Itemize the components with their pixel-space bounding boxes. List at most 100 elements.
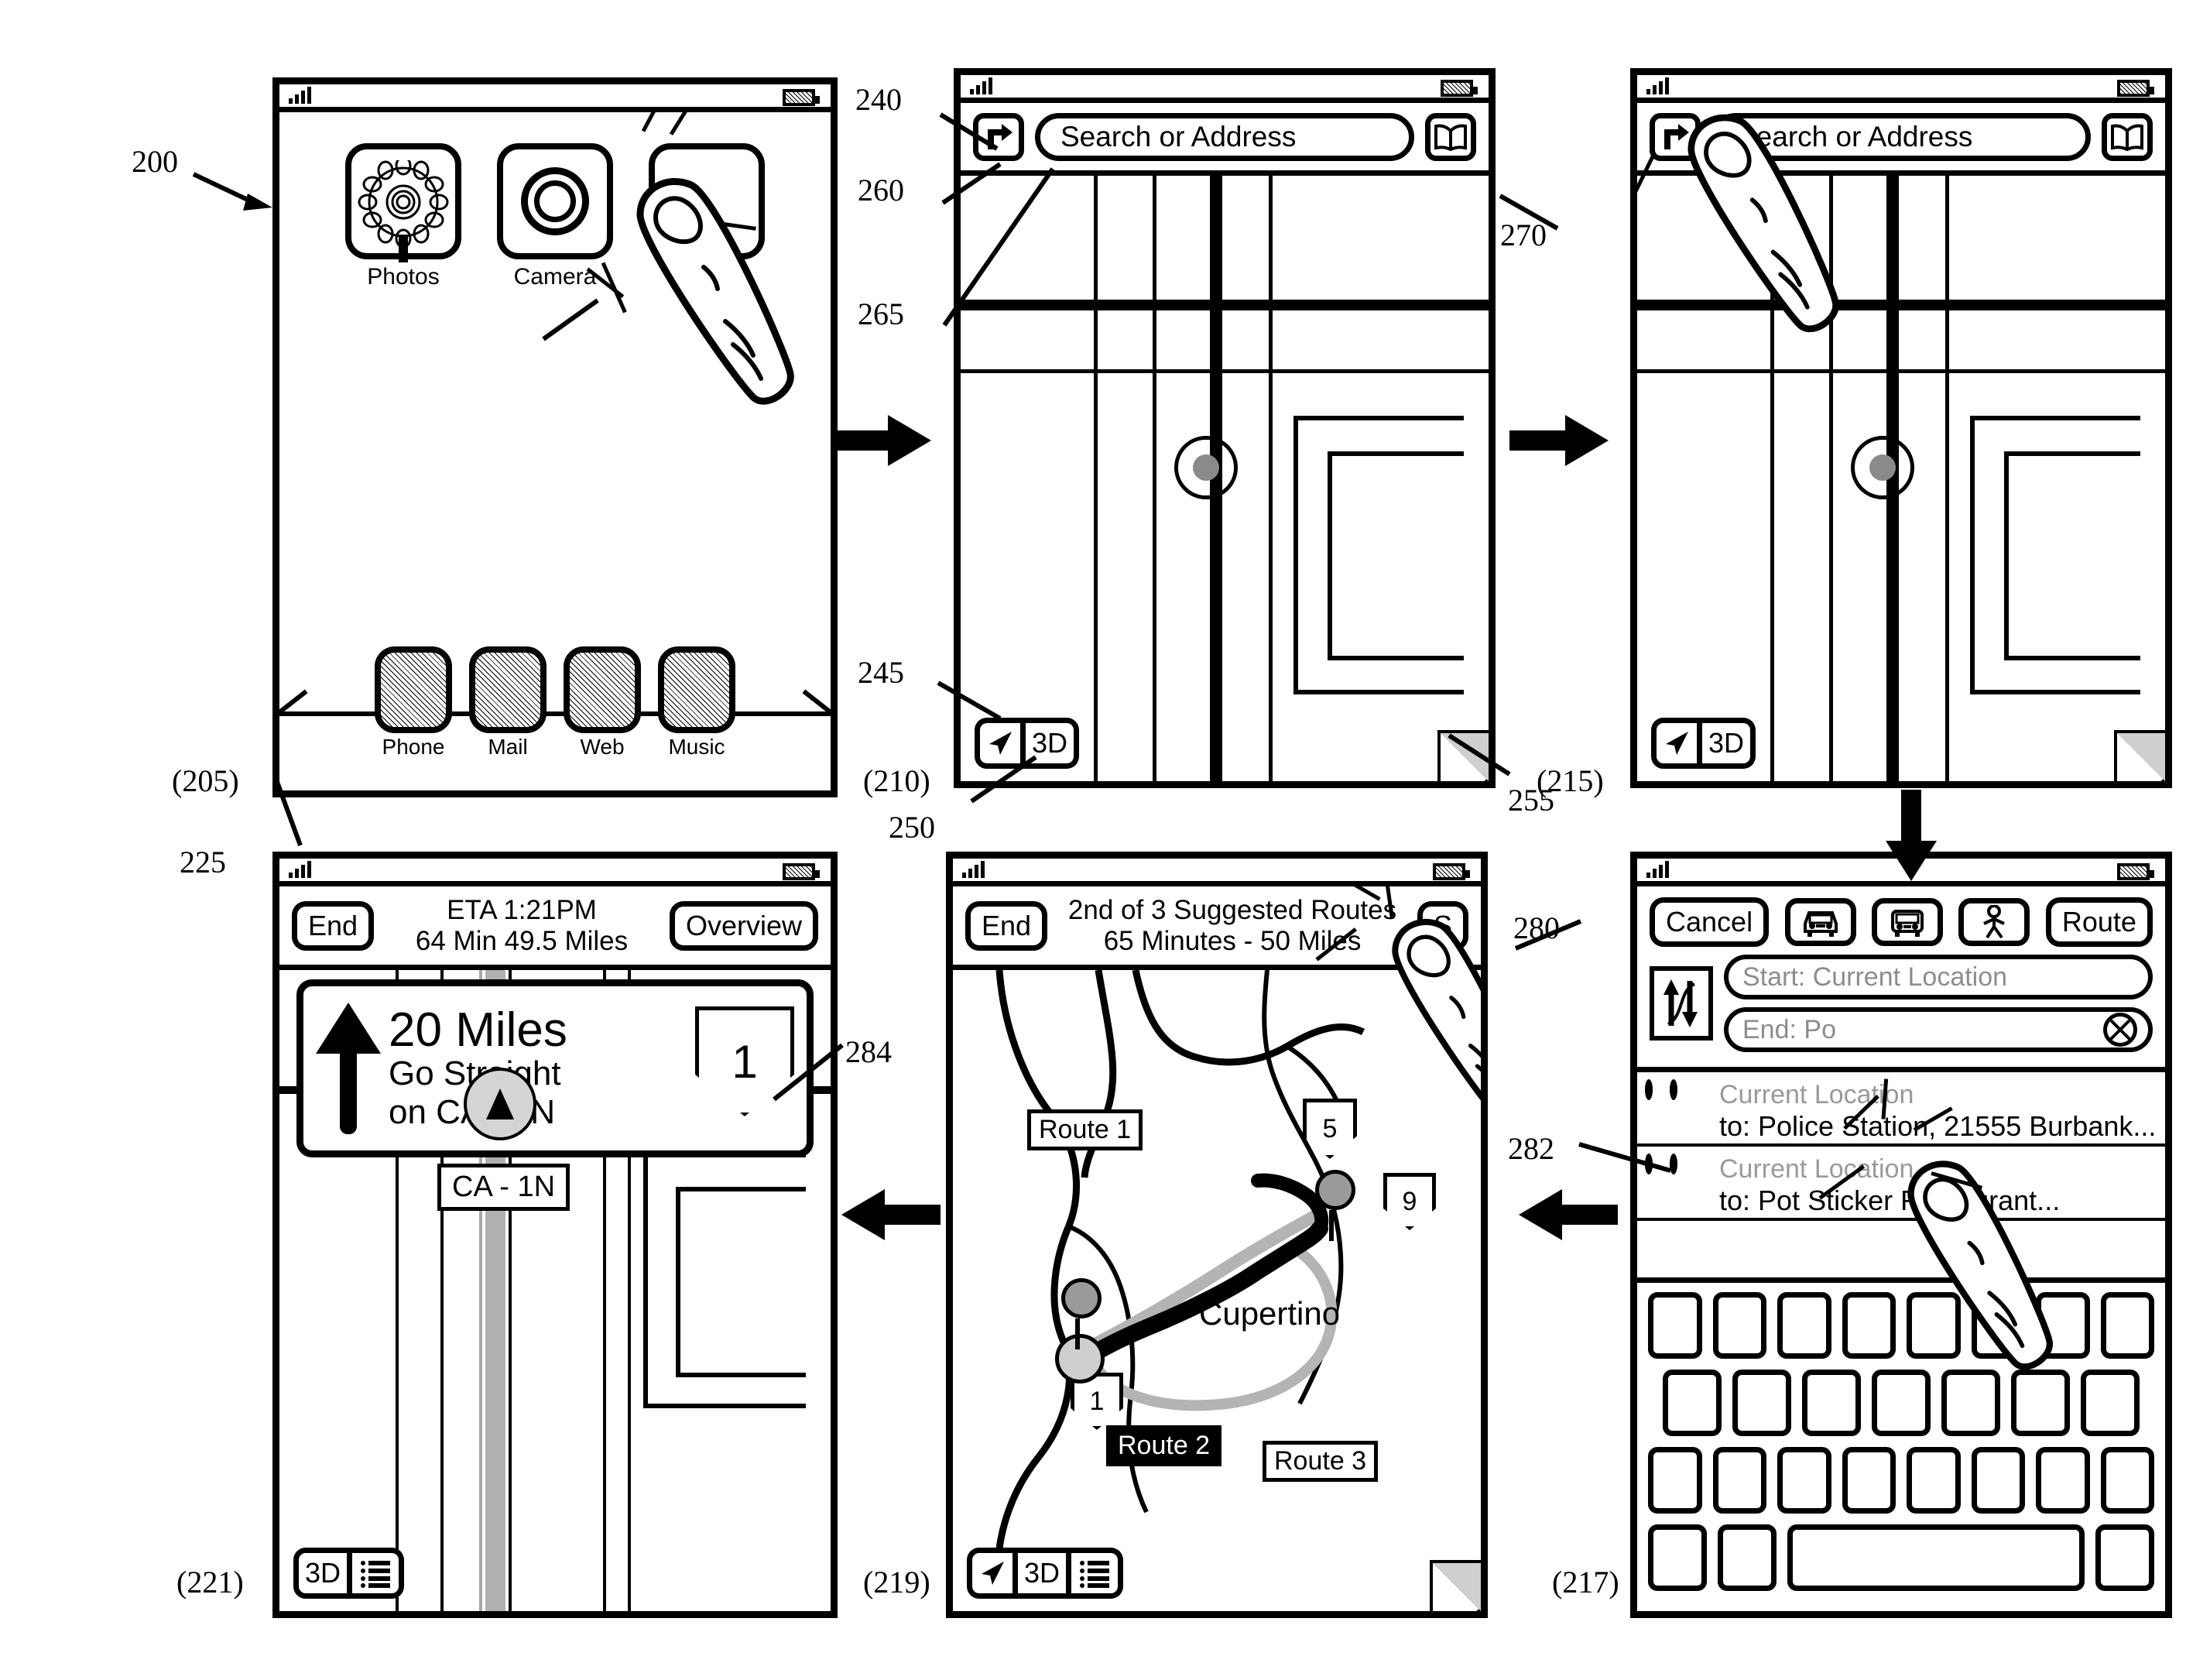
dock-label: Music <box>668 735 725 759</box>
dock-item-web[interactable]: Web <box>564 646 641 759</box>
shield-label: 1 <box>1089 1386 1105 1416</box>
key[interactable] <box>1732 1370 1791 1436</box>
locate-button[interactable] <box>1651 718 1702 769</box>
map-canvas[interactable] <box>1637 176 2165 781</box>
directions-screen: Cancel Route Start: Current Location End… <box>1637 886 2165 1611</box>
mode-walk-button[interactable] <box>1958 898 2030 946</box>
signal-bars-icon <box>1646 77 1669 94</box>
keyboard-row-2 <box>1648 1370 2154 1436</box>
page-curl-icon[interactable] <box>2114 730 2165 781</box>
key[interactable] <box>1648 1292 1702 1359</box>
key[interactable] <box>1648 1447 1702 1514</box>
route-1-label[interactable]: Route 1 <box>1027 1109 1143 1150</box>
dock-item-music[interactable]: Music <box>658 646 735 759</box>
key[interactable] <box>1802 1370 1861 1436</box>
map-poi[interactable] <box>1851 436 1914 499</box>
route-map-canvas[interactable]: 5 9 1 Cupertino Route 1 Route 2 Route 3 <box>953 970 1481 1611</box>
start-field[interactable]: Start: Current Location <box>1724 955 2153 999</box>
key[interactable] <box>1872 1370 1931 1436</box>
directions-button[interactable] <box>1650 112 1701 161</box>
key[interactable] <box>2100 1292 2154 1359</box>
tap-ray <box>641 112 668 132</box>
page-curl-icon[interactable] <box>1430 1560 1481 1611</box>
overview-button[interactable]: Overview <box>669 900 818 951</box>
key[interactable] <box>1971 1447 2025 1514</box>
route-summary-line2: 65 Minutes - 50 Miles <box>1103 925 1362 956</box>
app-photos[interactable]: Photos <box>345 143 461 290</box>
app-map[interactable]: Map <box>649 143 765 290</box>
key[interactable] <box>1941 1370 2000 1436</box>
key[interactable] <box>1777 1447 1831 1514</box>
key[interactable] <box>2036 1447 2090 1514</box>
suggestion-row-2[interactable]: Current Location to: Pot Sticker Restaur… <box>1637 1147 2165 1221</box>
key[interactable] <box>1907 1292 1961 1359</box>
three-d-button[interactable]: 3D <box>1702 718 1756 769</box>
end-button[interactable]: End <box>965 900 1048 951</box>
battery-icon <box>783 863 820 880</box>
signal-bars-icon <box>289 861 311 878</box>
start-pin <box>1061 1278 1102 1349</box>
ref-255: 255 <box>1508 783 1554 818</box>
route-2-label[interactable]: Route 2 <box>1106 1425 1222 1466</box>
key[interactable] <box>2081 1370 2140 1436</box>
mode-car-button[interactable] <box>1784 898 1856 946</box>
ref-225: 225 <box>180 845 226 879</box>
ref-210: (210) <box>863 763 930 798</box>
mode-transit-button[interactable] <box>1871 898 1943 946</box>
page-curl-icon[interactable] <box>1437 730 1489 781</box>
dock-item-mail[interactable]: Mail <box>469 646 547 759</box>
flow-arrow-1 <box>832 415 931 466</box>
key[interactable] <box>1712 1292 1766 1359</box>
key[interactable] <box>1648 1524 1707 1591</box>
key[interactable] <box>1663 1370 1722 1436</box>
cancel-button[interactable]: Cancel <box>1650 897 1770 947</box>
suggestion-row-1[interactable]: Current Location to: Police Station, 215… <box>1637 1072 2165 1147</box>
dock-label: Phone <box>382 735 445 759</box>
dock: Phone Mail Web Music <box>279 646 831 790</box>
list-button[interactable] <box>1071 1548 1124 1599</box>
route-3-label[interactable]: Route 3 <box>1263 1441 1379 1482</box>
three-d-button[interactable]: 3D <box>1018 1548 1072 1599</box>
ref-280: 280 <box>1513 910 1560 945</box>
key[interactable] <box>2011 1370 2070 1436</box>
key[interactable] <box>1842 1292 1896 1359</box>
key[interactable] <box>2100 1447 2154 1514</box>
key[interactable] <box>1971 1292 2025 1359</box>
phone-map-screen: Search or Address 3D <box>954 68 1496 788</box>
road <box>1153 176 1156 781</box>
key[interactable] <box>1777 1292 1831 1359</box>
directions-button[interactable] <box>973 112 1024 161</box>
ref-250: 250 <box>889 810 935 845</box>
clear-x-icon[interactable] <box>2103 1013 2137 1047</box>
three-d-button[interactable]: 3D <box>1026 718 1080 769</box>
swap-endpoints-button[interactable] <box>1650 966 1713 1041</box>
ref-245: 245 <box>858 655 904 690</box>
bookmarks-button[interactable] <box>2102 112 2153 161</box>
app-camera[interactable]: Camera <box>497 143 613 290</box>
key[interactable] <box>1842 1447 1896 1514</box>
bookmarks-button[interactable] <box>1425 112 1476 161</box>
map-poi[interactable] <box>1174 436 1238 499</box>
end-field[interactable]: End: Po <box>1724 1007 2153 1052</box>
space-key[interactable] <box>1787 1524 2085 1591</box>
key[interactable] <box>2095 1524 2154 1591</box>
start-button[interactable]: S <box>1417 900 1468 951</box>
ref-282: 282 <box>1508 1131 1554 1166</box>
key[interactable] <box>2036 1292 2090 1359</box>
key[interactable] <box>1907 1447 1961 1514</box>
locate-button[interactable] <box>975 718 1026 769</box>
map-canvas[interactable] <box>961 176 1489 781</box>
eta-line1: ETA 1:21PM <box>447 895 597 926</box>
search-input[interactable]: Search or Address <box>1711 112 2091 161</box>
status-bar <box>961 75 1489 103</box>
route-button[interactable]: Route <box>2045 897 2153 947</box>
locate-button[interactable] <box>967 1548 1018 1599</box>
dock-item-phone[interactable]: Phone <box>375 646 452 759</box>
search-input[interactable]: Search or Address <box>1035 112 1414 161</box>
keyboard[interactable] <box>1637 1277 2165 1611</box>
key[interactable] <box>1718 1524 1777 1591</box>
list-button[interactable] <box>352 1548 405 1599</box>
end-button[interactable]: End <box>292 900 375 951</box>
key[interactable] <box>1712 1447 1766 1514</box>
three-d-button[interactable]: 3D <box>293 1548 353 1599</box>
